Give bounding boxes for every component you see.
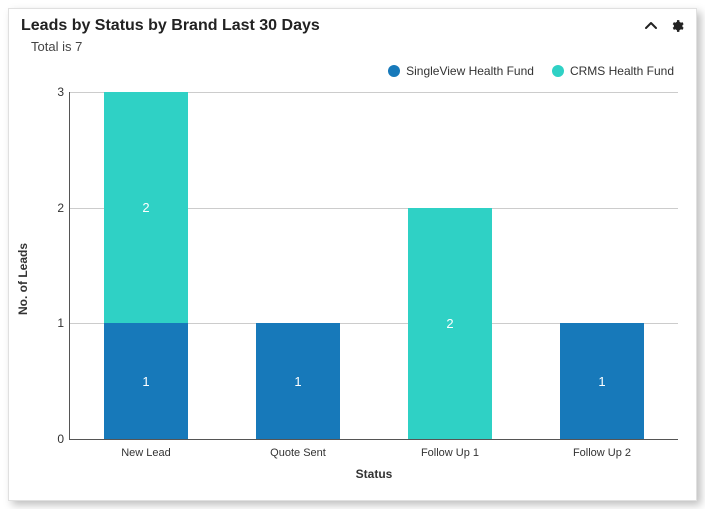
legend-swatch bbox=[552, 65, 564, 77]
chart-card: Leads by Status by Brand Last 30 Days To… bbox=[8, 8, 697, 501]
bar[interactable]: 2 bbox=[408, 208, 492, 439]
bar-segment: 2 bbox=[408, 208, 492, 439]
bar[interactable]: 1 bbox=[256, 323, 340, 439]
header-actions bbox=[644, 19, 684, 33]
x-tick-label: Follow Up 1 bbox=[421, 447, 479, 459]
legend: SingleView Health Fund CRMS Health Fund bbox=[388, 64, 674, 78]
y-tick-label: 1 bbox=[46, 316, 64, 330]
x-tick-label: Follow Up 2 bbox=[573, 447, 631, 459]
legend-label: SingleView Health Fund bbox=[406, 64, 534, 78]
legend-label: CRMS Health Fund bbox=[570, 64, 674, 78]
y-tick-label: 2 bbox=[46, 201, 64, 215]
total-label: Total is 7 bbox=[9, 39, 696, 58]
bar-segment: 1 bbox=[104, 323, 188, 439]
bar-segment: 1 bbox=[560, 323, 644, 439]
legend-item[interactable]: CRMS Health Fund bbox=[552, 64, 674, 78]
chart-area: SingleView Health Fund CRMS Health Fund … bbox=[9, 58, 696, 500]
x-axis-label: Status bbox=[356, 467, 393, 481]
bar[interactable]: 12 bbox=[104, 92, 188, 439]
card-title: Leads by Status by Brand Last 30 Days bbox=[21, 17, 644, 35]
x-tick-label: New Lead bbox=[121, 447, 171, 459]
bar-segment: 2 bbox=[104, 92, 188, 323]
legend-swatch bbox=[388, 65, 400, 77]
bar[interactable]: 1 bbox=[560, 323, 644, 439]
bar-segment: 1 bbox=[256, 323, 340, 439]
card-header: Leads by Status by Brand Last 30 Days bbox=[9, 9, 696, 39]
collapse-icon[interactable] bbox=[644, 19, 658, 33]
gear-icon[interactable] bbox=[670, 19, 684, 33]
legend-item[interactable]: SingleView Health Fund bbox=[388, 64, 534, 78]
y-axis-label: No. of Leads bbox=[16, 243, 30, 315]
x-tick-label: Quote Sent bbox=[270, 447, 326, 459]
y-tick-label: 0 bbox=[46, 432, 64, 446]
y-tick-label: 3 bbox=[46, 85, 64, 99]
plot-area: Status 0123New Lead12Quote Sent1Follow U… bbox=[69, 92, 678, 440]
